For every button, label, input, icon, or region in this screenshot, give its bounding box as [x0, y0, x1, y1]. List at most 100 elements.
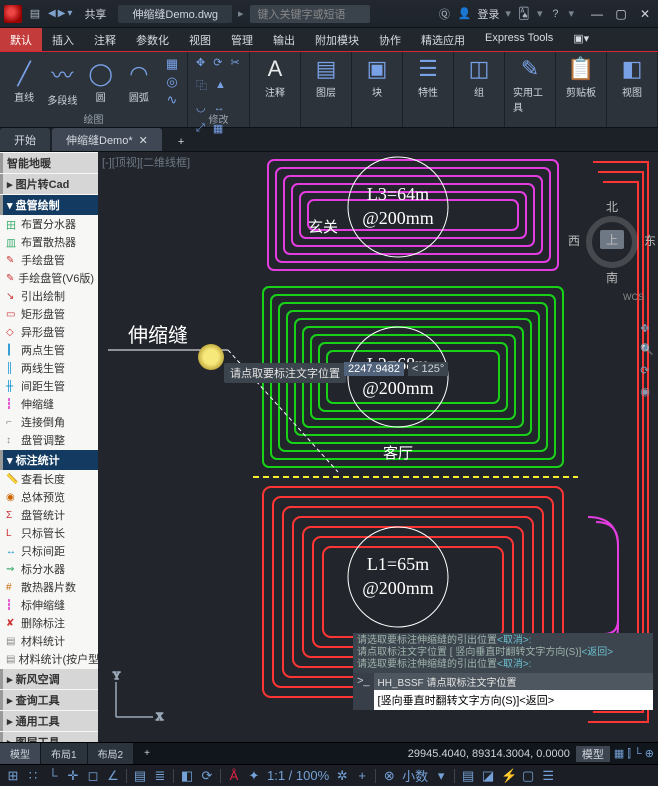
otrack-icon[interactable]: ∠ [106, 768, 120, 784]
tree-root[interactable]: 智能地暖 [0, 153, 98, 173]
workspace-icon[interactable]: ✦ [247, 768, 261, 784]
tree-item[interactable]: ⌐连接倒角 [0, 413, 98, 431]
ribbon-tab[interactable]: 默认 [0, 28, 42, 51]
layout-tab[interactable]: 布局1 [41, 743, 87, 764]
tree-item[interactable]: ✘删除标注 [0, 614, 98, 632]
grid-icon[interactable]: ▦ ⫿ └ ⊕ [610, 747, 658, 761]
tree-item[interactable]: L只标管长 [0, 524, 98, 542]
drawing-canvas[interactable]: L3=64m @200mm 玄关 L2=68m @200mm 客厅 [98, 152, 658, 742]
title-search[interactable]: 键入关键字或短语 [250, 5, 370, 23]
snap-icon[interactable]: ⊞ [6, 768, 20, 784]
ribbon-tab[interactable]: 注释 [84, 28, 126, 51]
tree-item[interactable]: ┇标伸缩缝 [0, 596, 98, 614]
arc-button[interactable]: ◠圆弧 [123, 61, 155, 104]
tree-item[interactable]: ↔只标间距 [0, 542, 98, 560]
annoscale-icon[interactable]: Å [227, 768, 241, 783]
ribbon-tab[interactable]: 插入 [42, 28, 84, 51]
view-button[interactable]: ◧视图 [615, 56, 649, 99]
copy-icon[interactable]: ⿻ [196, 77, 207, 93]
grid-toggle-icon[interactable]: ∷ [26, 768, 40, 784]
tree-cat[interactable]: ▸ 图片转Cad [0, 174, 98, 194]
min-button[interactable]: — [588, 7, 606, 21]
line-button[interactable]: ╱直线 [8, 61, 40, 104]
tree-item[interactable]: 📏查看长度 [0, 470, 98, 488]
trim-icon[interactable]: ✂ [230, 56, 239, 69]
lineweight-icon[interactable]: ≣ [153, 768, 167, 784]
tree-item[interactable]: ⇝标分水器 [0, 560, 98, 578]
isol-icon[interactable]: ◪ [481, 768, 495, 784]
ribbon-tab[interactable]: Express Tools [475, 28, 563, 51]
tab-close-icon[interactable]: ✕ [139, 134, 148, 147]
layout-tab[interactable]: 模型 [0, 743, 40, 764]
tree-item[interactable]: ▤材料统计(按户型) [0, 650, 98, 668]
tree-cat[interactable]: ▾ 标注统计 [0, 450, 98, 470]
tree-cat[interactable]: ▸ 新风空调 [0, 669, 98, 689]
polar-icon[interactable]: ✛ [66, 768, 80, 784]
scale-menu[interactable]: 1:1 / 100% [267, 768, 329, 783]
move-icon[interactable]: ✥ [196, 56, 205, 69]
ribbon-tab[interactable]: 参数化 [126, 28, 179, 51]
ribbon-tab[interactable]: 协作 [369, 28, 411, 51]
tab-add[interactable]: + [164, 132, 198, 151]
layout-tab[interactable]: 布局2 [88, 743, 134, 764]
ribbon-overflow[interactable]: ▣▾ [563, 28, 599, 51]
tree-item[interactable]: ↘引出绘制 [0, 287, 98, 305]
tree-item[interactable]: ✎手绘盘管(V6版) [0, 269, 98, 287]
status-model[interactable]: 模型 [576, 746, 610, 762]
clean-icon[interactable]: ▢ [521, 768, 535, 784]
tree-item[interactable]: 皿布置散热器 [0, 233, 98, 251]
close-button[interactable]: ✕ [636, 7, 654, 21]
clip-button[interactable]: 📋剪贴板 [564, 56, 598, 99]
tree-item[interactable]: 田布置分水器 [0, 215, 98, 233]
tree-item[interactable]: ▭矩形盘管 [0, 305, 98, 323]
tree-item[interactable]: Σ盘管统计 [0, 506, 98, 524]
view-compass[interactable]: 北 东 南 西 上 [572, 202, 652, 282]
ribbon-tab[interactable]: 输出 [263, 28, 305, 51]
ribbon-tab[interactable]: 视图 [179, 28, 221, 51]
tree-item[interactable]: ↕盘管调整 [0, 431, 98, 449]
units-icon[interactable]: ⊗ [382, 768, 396, 784]
cycle-icon[interactable]: ⟳ [200, 768, 214, 784]
command-window[interactable]: 请选取要标注伸缩缝的引出位置<取消>: 请点取标注文字位置 [ 竖向垂直时翻转文… [353, 633, 653, 710]
tree-item[interactable]: ▤材料统计 [0, 632, 98, 650]
layout-add[interactable]: + [134, 745, 160, 762]
ellipse-icon[interactable]: ◎ [165, 74, 179, 90]
tool-tree[interactable]: 智能地暖 ▸ 图片转Cad ▾ 盘管绘制 田布置分水器 皿布置散热器 ✎手绘盘管… [0, 152, 98, 742]
pan-icon[interactable]: ✥ [640, 322, 654, 335]
tree-item[interactable]: #散热器片数 [0, 578, 98, 596]
tree-cat[interactable]: ▸ 查询工具 [0, 690, 98, 710]
zoom-icon[interactable]: 🔍 [640, 343, 654, 356]
help-icon[interactable]: ? [548, 8, 562, 20]
osnap-icon[interactable]: ◻ [86, 768, 100, 784]
group-button[interactable]: ◫组 [462, 56, 496, 99]
viewport-label[interactable]: [-][顶视][二维线框] [102, 154, 190, 170]
tree-item[interactable]: ║两线生管 [0, 359, 98, 377]
tree-item[interactable]: ✎手绘盘管 [0, 251, 98, 269]
command-input[interactable]: [竖向垂直时翻转文字方向(S)]<返回> [374, 690, 653, 710]
util-button[interactable]: ✎实用工具 [513, 56, 547, 114]
tree-item[interactable]: ┇伸缩缝 [0, 395, 98, 413]
properties-button[interactable]: ☰特性 [411, 56, 445, 99]
badge-icon[interactable]: 🂡 [517, 7, 531, 20]
nav-bar[interactable]: ✥ 🔍 ⟳ ◉ [640, 322, 654, 398]
block-button[interactable]: ▣块 [360, 56, 394, 99]
tree-item[interactable]: ┃两点生管 [0, 341, 98, 359]
units-menu[interactable]: 小数 [402, 766, 428, 785]
hwaccel-icon[interactable]: ⚡ [501, 768, 515, 784]
rotate-icon[interactable]: ⟳ [213, 56, 222, 69]
login-button[interactable]: 登录 [477, 6, 499, 22]
tree-cat[interactable]: ▸ 通用工具 [0, 711, 98, 731]
dynamic-input[interactable]: 2247.9482 < 125° [344, 362, 448, 376]
layer-button[interactable]: ▤图层 [309, 56, 343, 99]
tree-item[interactable]: ╫间距生管 [0, 377, 98, 395]
tree-cat[interactable]: ▸ 图层工具 [0, 732, 98, 742]
polyline-button[interactable]: 〰多段线 [46, 58, 78, 107]
open-icon[interactable]: ▤ [28, 7, 42, 20]
tree-item[interactable]: ◇异形盘管 [0, 323, 98, 341]
max-button[interactable]: ▢ [612, 7, 630, 21]
mirror-icon[interactable]: ▲ [215, 79, 226, 91]
text-button[interactable]: A注释 [258, 56, 292, 99]
tree-cat[interactable]: ▾ 盘管绘制 [0, 195, 98, 215]
ribbon-tab[interactable]: 附加模块 [305, 28, 369, 51]
spline-icon[interactable]: ∿ [165, 92, 179, 108]
